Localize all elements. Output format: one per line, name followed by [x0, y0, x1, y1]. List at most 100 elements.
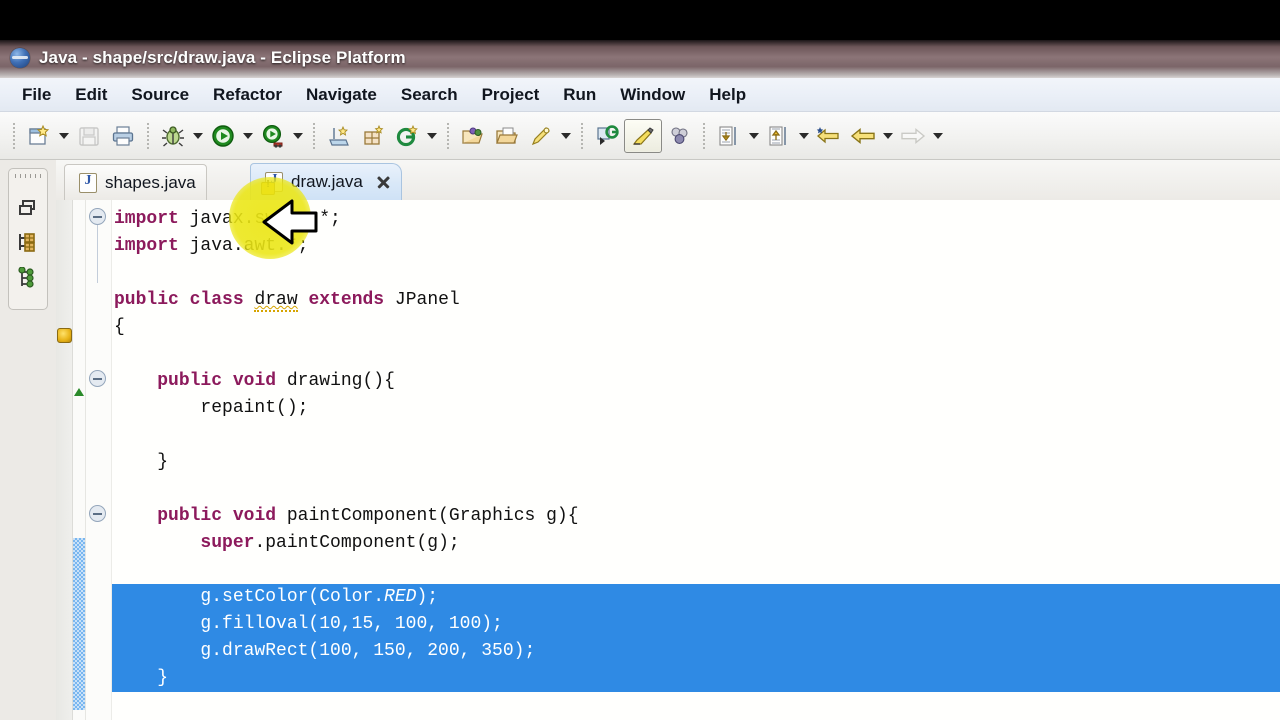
menu-item-search[interactable]: Search	[389, 83, 470, 107]
code-line[interactable]: public void paintComponent(Graphics g){	[112, 503, 1280, 530]
code-line[interactable]: public void drawing(){	[112, 368, 1280, 395]
search-pencil-icon[interactable]	[524, 119, 558, 153]
back-dropdown-arrow[interactable]	[880, 119, 896, 153]
type-hierarchy-icon[interactable]	[17, 266, 39, 289]
code-line[interactable]: }	[112, 665, 1280, 692]
back-arrow-icon[interactable]	[846, 119, 880, 153]
code-token: import	[114, 209, 179, 229]
main-toolbar	[0, 112, 1280, 160]
package-explorer-icon[interactable]	[17, 231, 39, 253]
collapse-fold-icon[interactable]	[89, 505, 106, 522]
code-token: drawing(){	[276, 371, 395, 391]
new-class-icon[interactable]	[390, 119, 424, 153]
next-annotation-dropdown-arrow[interactable]	[746, 119, 762, 153]
menu-item-file[interactable]: File	[10, 83, 63, 107]
show-whitespace-icon[interactable]	[662, 119, 696, 153]
code-token: g.fillOval(10,15, 100, 100);	[114, 614, 503, 634]
new-package-icon[interactable]	[356, 119, 390, 153]
code-line[interactable]: import javax.swing.*;	[112, 206, 1280, 233]
code-line[interactable]	[112, 557, 1280, 584]
annotation-highlight-icon[interactable]	[624, 118, 662, 153]
menu-item-edit[interactable]: Edit	[63, 83, 119, 107]
restore-view-icon[interactable]	[17, 197, 39, 219]
menu-item-run[interactable]: Run	[551, 83, 608, 107]
code-line-text: public class draw extends JPanel	[114, 287, 460, 314]
code-line-text: super.paintComponent(g);	[114, 530, 459, 557]
coverage-dropdown-arrow[interactable]	[290, 119, 306, 153]
annotation-ruler[interactable]	[56, 200, 73, 720]
menu-item-help[interactable]: Help	[697, 83, 758, 107]
code-line-text: g.fillOval(10,15, 100, 100);	[114, 611, 503, 638]
search-dropdown-arrow[interactable]	[558, 119, 574, 153]
code-line[interactable]	[112, 341, 1280, 368]
code-token: import	[114, 236, 179, 256]
new-wizard-dropdown-arrow[interactable]	[56, 119, 72, 153]
code-line[interactable]: {	[112, 314, 1280, 341]
eclipse-logo-icon	[10, 48, 30, 68]
code-line-text: }	[114, 449, 168, 476]
folding-ruler[interactable]	[86, 200, 112, 720]
warning-marker-icon[interactable]	[57, 328, 72, 343]
code-token: class	[189, 290, 244, 310]
toggle-mark-occurrences-icon[interactable]	[590, 119, 624, 153]
code-token: paintComponent(Graphics g){	[276, 506, 579, 526]
close-icon[interactable]	[375, 174, 391, 190]
code-line[interactable]	[112, 260, 1280, 287]
forward-dropdown-arrow[interactable]	[930, 119, 946, 153]
open-task-icon[interactable]	[490, 119, 524, 153]
run-coverage-icon[interactable]	[256, 119, 290, 153]
new-java-project-icon[interactable]	[322, 119, 356, 153]
new-class-dropdown-arrow[interactable]	[424, 119, 440, 153]
left-view-stack	[0, 160, 57, 720]
menu-item-navigate[interactable]: Navigate	[294, 83, 389, 107]
code-line[interactable]: }	[112, 449, 1280, 476]
code-line-text: repaint();	[114, 395, 308, 422]
view-stack-grip[interactable]	[15, 174, 41, 178]
fold-range-line	[97, 225, 98, 283]
run-dropdown-arrow[interactable]	[240, 119, 256, 153]
code-line[interactable]: g.fillOval(10,15, 100, 100);	[112, 611, 1280, 638]
next-annotation-icon[interactable]	[712, 119, 746, 153]
code-line[interactable]: import java.awt.*;	[112, 233, 1280, 260]
previous-annotation-dropdown-arrow[interactable]	[796, 119, 812, 153]
debug-dropdown-arrow[interactable]	[190, 119, 206, 153]
menu-item-window[interactable]: Window	[608, 83, 697, 107]
previous-annotation-icon[interactable]	[762, 119, 796, 153]
code-token: public	[114, 290, 179, 310]
debug-bug-icon[interactable]	[156, 119, 190, 153]
java-file-icon	[261, 172, 283, 195]
editor-tab-draw-java[interactable]: draw.java	[250, 163, 402, 200]
code-line[interactable]	[112, 422, 1280, 449]
code-line[interactable]: public class draw extends JPanel	[112, 287, 1280, 314]
code-token: super	[200, 533, 255, 553]
collapse-fold-icon[interactable]	[89, 370, 106, 387]
code-line[interactable]	[112, 476, 1280, 503]
menu-item-source[interactable]: Source	[119, 83, 201, 107]
last-edit-location-icon[interactable]	[812, 119, 846, 153]
menu-item-refactor[interactable]: Refactor	[201, 83, 294, 107]
run-play-icon[interactable]	[206, 119, 240, 153]
code-token: void	[232, 506, 277, 526]
code-line-text: public void drawing(){	[114, 368, 395, 395]
open-type-icon[interactable]	[456, 119, 490, 153]
code-line[interactable]: repaint();	[112, 395, 1280, 422]
code-line[interactable]: g.drawRect(100, 150, 200, 350);	[112, 638, 1280, 665]
collapse-fold-icon[interactable]	[89, 208, 106, 225]
code-text[interactable]: import javax.swing.*; import java.awt.*; p…	[112, 200, 1280, 720]
letterbox-top	[0, 0, 1280, 40]
print-icon[interactable]	[106, 119, 140, 153]
forward-arrow-icon[interactable]	[896, 119, 930, 153]
editor-tab-shapes-java[interactable]: shapes.java	[64, 164, 207, 200]
window-title-bar: Java - shape/src/draw.java - Eclipse Pla…	[0, 40, 1280, 78]
save-icon[interactable]	[72, 119, 106, 153]
editor-tab-label: draw.java	[291, 172, 363, 191]
code-token: extends	[308, 290, 385, 310]
menu-item-project[interactable]: Project	[470, 83, 552, 107]
code-line[interactable]: super.paintComponent(g);	[112, 530, 1280, 557]
code-line[interactable]: g.setColor(Color.RED);	[112, 584, 1280, 611]
new-wizard-icon[interactable]	[22, 119, 56, 153]
code-editor[interactable]: import javax.swing.*; import java.awt.*; p…	[56, 200, 1280, 720]
